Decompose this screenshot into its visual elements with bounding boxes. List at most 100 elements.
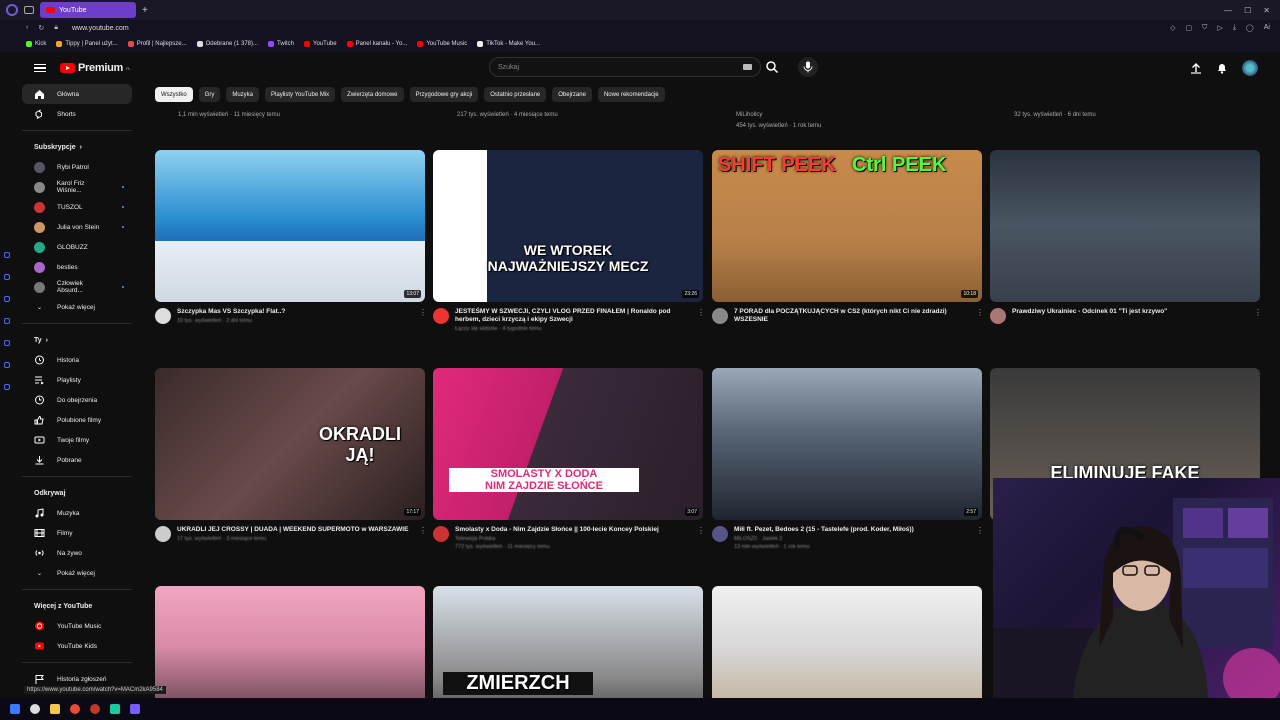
upload-icon[interactable] [1190,62,1202,74]
bookmark-item[interactable]: Odebrane (1 378)... [196,41,258,47]
channel-avatar[interactable] [712,308,728,324]
show-more-button[interactable]: ⌄ Pokaż więcej [0,563,132,583]
sidebar-item[interactable]: Muzyka [0,503,132,523]
channel-avatar[interactable] [155,526,171,542]
video-thumbnail[interactable]: SMOLASTY X DODA NIM ZAJDZIE SŁOŃCE 3:07 [433,368,703,520]
minimize-icon[interactable]: — [1224,6,1232,15]
video-thumbnail[interactable]: OKRADLI JĄ! 17:17 [155,368,425,520]
video-title[interactable]: JESTEŚMY W SZWECJI, CZYLI VLOG PRZED FIN… [455,308,691,324]
sidebar-item[interactable]: Pobrane [0,450,132,470]
filter-chip[interactable]: Ostatnio przesłane [484,87,547,102]
filter-chip[interactable]: Gry [198,87,221,102]
maximize-icon[interactable]: ☐ [1244,6,1251,15]
sidebar-item[interactable]: Do obejrzenia [0,390,132,410]
filter-chip[interactable]: Playlisty YouTube Mix [265,87,336,102]
sidebar-item[interactable]: YouTube Music [0,616,132,636]
shield-icon[interactable]: ⛉ [1202,24,1207,32]
video-title[interactable]: Szczypka Mas VS Szczypka! Flat..? [177,308,413,316]
tabs-overview-icon[interactable] [24,6,34,14]
notifications-bell-icon[interactable] [1216,62,1228,74]
explore-heading[interactable]: Odkrywaj [0,483,146,503]
sidebar-item[interactable]: Filmy [0,523,132,543]
discord-taskbar-icon[interactable] [130,704,140,714]
bookmark-item[interactable]: Panel kanału - Yo... [346,41,407,47]
bookmark-icon[interactable]: ◇ [1170,24,1175,32]
close-icon[interactable]: ✕ [1263,6,1270,15]
sidebar-item[interactable]: Playlisty [0,370,132,390]
opera-logo-icon[interactable] [6,4,18,16]
video-channel[interactable]: Telewizja Polska [455,536,691,542]
player-icon[interactable]: ▷ [1217,24,1222,32]
bookmark-item[interactable]: Profil | Najlepsze... [127,41,187,47]
keyboard-icon[interactable] [743,64,752,70]
more-actions-icon[interactable]: ⋮ [976,526,984,550]
youtube-logo[interactable]: Premium PL [60,62,131,74]
filter-chip[interactable]: Obejrzane [552,87,592,102]
account-avatar[interactable] [1242,60,1258,76]
channel-avatar[interactable] [433,308,449,324]
search-input[interactable]: Szukaj [489,57,761,77]
channel-avatar[interactable] [990,308,1006,324]
filter-chip[interactable]: Zwierzęta domowe [341,87,404,102]
bookmark-item[interactable]: Twitch [268,41,294,47]
video-card[interactable]: 13:07 Szczypka Mas VS Szczypka! Flat..? 10… [155,150,427,324]
video-title[interactable]: 7 PORAD dla POCZĄTKUJĄCYCH w CS2 (któryc… [734,308,970,324]
subscription-item[interactable]: Rybi Patrol [0,157,132,177]
video-card[interactable]: Prawdziwy Ukrainiec - Odcinek 01 "Ti jes… [990,150,1262,324]
bookmark-item[interactable]: YouTube Music [417,41,467,47]
video-card[interactable]: OKRADLI JĄ! 17:17 UKRADLI JEJ CROSSY | DUA… [155,368,427,542]
search-taskbar-icon[interactable] [30,704,40,714]
video-title[interactable]: UKRADLI JEJ CROSSY | DUADA | WEEKEND SUP… [177,526,413,534]
new-tab-icon[interactable]: + [142,5,148,16]
sidebar-item-home[interactable]: Główna [22,84,132,104]
channel-avatar[interactable] [155,308,171,324]
subscription-item[interactable]: besties [0,257,132,277]
browser-tab[interactable]: YouTube [40,2,136,18]
more-actions-icon[interactable]: ⋮ [419,308,427,324]
sidebar-item[interactable]: YouTube Kids [0,636,132,656]
video-card[interactable]: 2:57 Miłi ft. Pezet, Bedoes 2 (15 - Taste… [712,368,984,550]
snapshot-icon[interactable]: ▢ [1186,24,1193,32]
filter-chip[interactable]: Nowe rekomendacje [597,87,665,102]
more-actions-icon[interactable]: ⋮ [1254,308,1262,324]
ai-icon[interactable]: Ai [1264,24,1270,32]
back-icon[interactable]: ‹ [26,24,28,32]
video-thumbnail[interactable]: 13:07 [155,150,425,302]
subscription-item[interactable]: TUSZOL [0,197,132,217]
sidebar-item[interactable]: Twoje filmy [0,430,132,450]
subscription-item[interactable]: GLOBUZZ [0,237,132,257]
download-icon[interactable]: ⤓ [1233,24,1236,32]
video-card[interactable]: WE WTOREK NAJWAŻNIEJSZY MECZ 23:26 JESTEŚM… [433,150,705,332]
subscription-item[interactable]: Człowiek Absurd... [0,277,132,297]
opera-taskbar-icon[interactable] [90,704,100,714]
subscription-item[interactable]: Karol Friz Wiśnie... [0,177,132,197]
search-icon[interactable] [765,60,779,74]
sidebar-item[interactable]: Na żywo [0,543,132,563]
show-more-button[interactable]: ⌄ Pokaż więcej [0,297,132,317]
filter-chip[interactable]: Wszystko [155,87,193,102]
video-title[interactable]: Smolasty x Doda - Nim Zajdzie Słońce || … [455,526,691,534]
filter-chip[interactable]: Przygodowe gry akcji [409,87,479,102]
file-explorer-icon[interactable] [50,704,60,714]
filter-chip[interactable]: Muzyka [226,87,260,102]
menu-icon[interactable] [34,63,46,73]
video-card[interactable]: SMOLASTY X DODA NIM ZAJDZIE SŁOŃCE 3:07 Sm… [433,368,705,550]
windows-start-icon[interactable] [10,704,20,714]
bookmark-item[interactable]: YouTube [304,41,337,47]
bookmark-item[interactable]: TikTok - Make You... [477,41,540,47]
more-actions-icon[interactable]: ⋮ [697,526,705,550]
subscription-item[interactable]: Julia von Stein [0,217,132,237]
browser-taskbar-icon[interactable] [70,704,80,714]
video-thumbnail[interactable]: 2:57 [712,368,982,520]
chat-icon[interactable]: ◯ [1246,24,1254,32]
more-actions-icon[interactable]: ⋮ [419,526,427,542]
more-from-youtube-heading[interactable]: Więcej z YouTube [0,596,146,616]
video-thumbnail[interactable]: WE WTOREK NAJWAŻNIEJSZY MECZ 23:26 [433,150,703,302]
video-title[interactable]: Prawdziwy Ukrainiec - Odcinek 01 "Ti jes… [1012,308,1248,316]
video-card[interactable]: SHIFT PEEK Ctrl PEEK 10:18 7 PORAD dla POCZ… [712,150,984,324]
channel-avatar[interactable] [712,526,728,542]
subscriptions-heading[interactable]: Subskrypcje › [0,137,146,157]
more-actions-icon[interactable]: ⋮ [697,308,705,332]
app-taskbar-icon[interactable] [110,704,120,714]
video-thumbnail[interactable] [990,150,1260,302]
